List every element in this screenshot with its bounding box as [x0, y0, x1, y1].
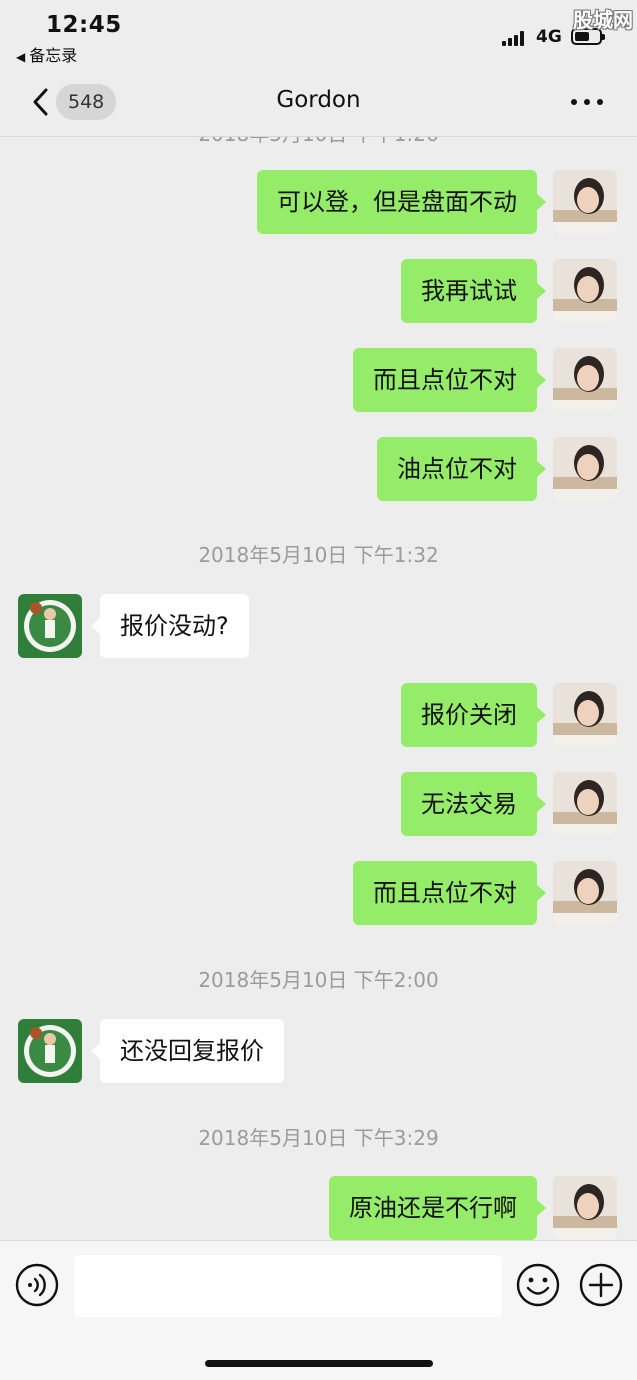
message-row: 可以登，但是盘面不动 [0, 170, 637, 234]
message-row: 报价没动? [0, 594, 637, 658]
contact-avatar[interactable] [18, 1019, 82, 1083]
message-row: 无法交易 [0, 772, 637, 836]
message-row: 原油还是不行啊 [0, 1176, 637, 1240]
my-message-bubble[interactable]: 而且点位不对 [353, 348, 546, 412]
my-message-bubble[interactable]: 报价关闭 [401, 683, 546, 747]
message-row: 而且点位不对 [0, 861, 637, 925]
my-avatar[interactable] [553, 683, 617, 747]
voice-icon[interactable] [15, 1263, 59, 1307]
my-message-bubble[interactable]: 可以登，但是盘面不动 [257, 170, 546, 234]
my-avatar[interactable] [553, 348, 617, 412]
message-list[interactable]: 2018年5月10日 下午1:26 可以登，但是盘面不动 我再试试 而且点位不对… [0, 136, 637, 1240]
back-triangle-icon: ◀ [16, 50, 26, 64]
message-row: 而且点位不对 [0, 348, 637, 412]
input-bar [0, 1240, 637, 1380]
back-app-label: 备忘录 [29, 46, 78, 65]
message-row: 报价关闭 [0, 683, 637, 747]
my-avatar[interactable] [553, 170, 617, 234]
my-avatar[interactable] [553, 259, 617, 323]
emoji-icon[interactable] [516, 1263, 560, 1307]
network-label: 4G [536, 27, 562, 47]
back-to-app-link[interactable]: ◀ 备忘录 [16, 42, 77, 66]
my-message-bubble[interactable]: 我再试试 [401, 259, 546, 323]
timestamp: 2018年5月10日 下午1:32 [198, 543, 439, 567]
more-icon[interactable] [571, 90, 603, 114]
my-avatar[interactable] [553, 437, 617, 501]
message-row: 还没回复报价 [0, 1019, 637, 1083]
message-row: 油点位不对 [0, 437, 637, 501]
chat-title: Gordon [276, 87, 361, 113]
my-message-bubble[interactable]: 而且点位不对 [353, 861, 546, 925]
timestamp: 2018年5月10日 下午1:26 [0, 136, 637, 147]
signal-icon [502, 30, 528, 46]
message-row: 我再试试 [0, 259, 637, 323]
chat-header: 548 Gordon [0, 70, 637, 137]
my-avatar[interactable] [553, 861, 617, 925]
my-avatar[interactable] [553, 1176, 617, 1240]
status-time: 12:45 [46, 12, 122, 38]
my-message-bubble[interactable]: 无法交易 [401, 772, 546, 836]
timestamp: 2018年5月10日 下午2:00 [198, 968, 439, 992]
contact-avatar[interactable] [18, 594, 82, 658]
my-message-bubble[interactable]: 原油还是不行啊 [329, 1176, 546, 1240]
watermark: 股城网 [573, 8, 633, 32]
home-indicator[interactable] [205, 1360, 433, 1367]
contact-message-bubble[interactable]: 还没回复报价 [91, 1019, 284, 1083]
status-bar: 12:45 ◀ 备忘录 4G 股城网 [0, 0, 637, 70]
my-avatar[interactable] [553, 772, 617, 836]
contact-message-bubble[interactable]: 报价没动? [91, 594, 249, 658]
timestamp: 2018年5月10日 下午3:29 [198, 1126, 439, 1150]
plus-icon[interactable] [579, 1263, 623, 1307]
my-message-bubble[interactable]: 油点位不对 [377, 437, 546, 501]
message-input[interactable] [74, 1255, 502, 1317]
